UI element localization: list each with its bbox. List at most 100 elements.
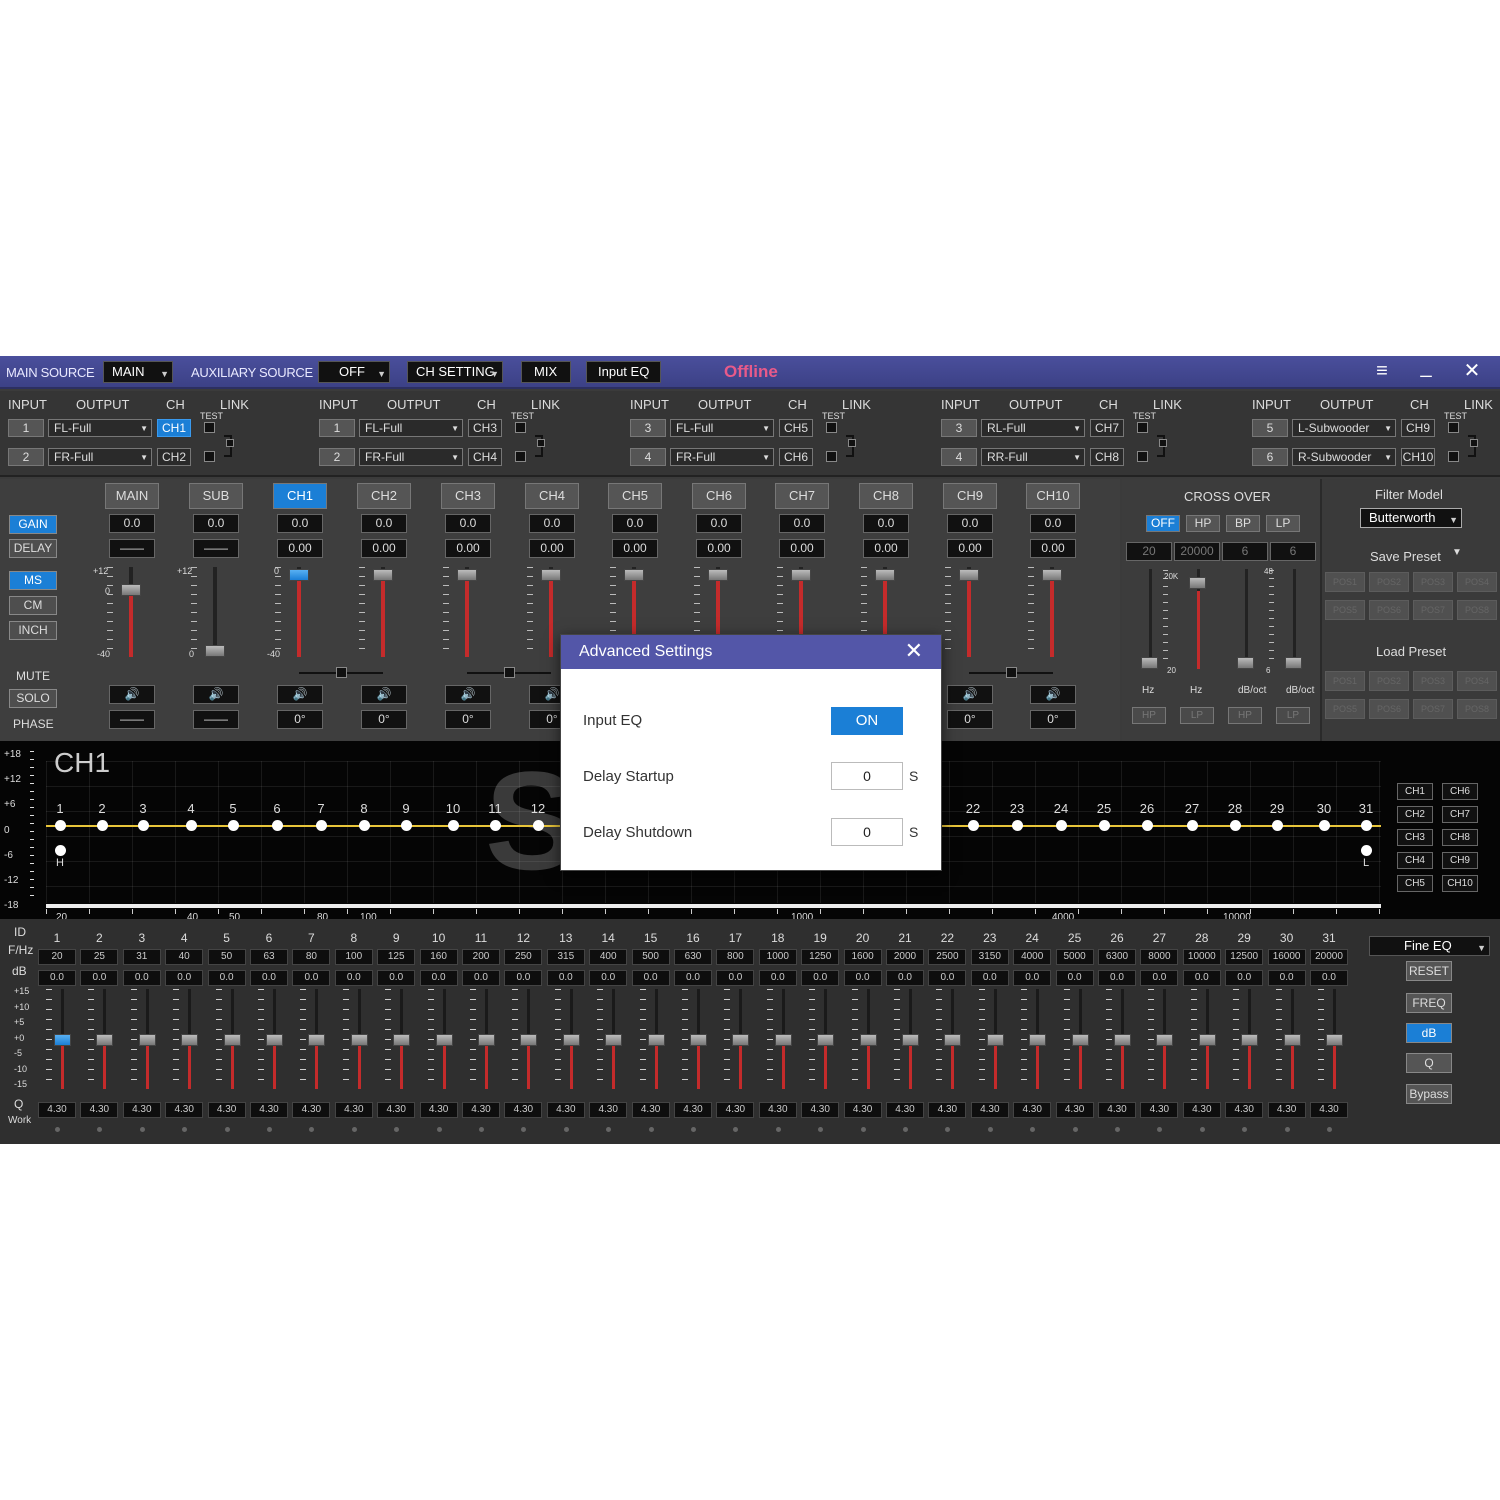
eq-band-freq[interactable]: 400 (589, 949, 628, 965)
eq-band-q[interactable]: 4.30 (631, 1102, 670, 1118)
eq-band-q[interactable]: 4.30 (546, 1102, 585, 1118)
routing-input-box[interactable]: 3 (941, 419, 977, 437)
fader-knob[interactable] (959, 569, 979, 581)
eq-fader-knob[interactable] (138, 1034, 156, 1046)
delay-button[interactable]: DELAY (9, 539, 57, 558)
eq-band-db[interactable]: 0.0 (80, 970, 119, 986)
channel-header[interactable]: CH4 (525, 483, 579, 509)
crossover-bp-button[interactable]: BP (1226, 515, 1260, 532)
save-preset-slot[interactable]: POS1 (1325, 572, 1365, 592)
test-checkbox[interactable] (515, 422, 526, 433)
eq-band-db[interactable]: 0.0 (758, 970, 797, 986)
eq-point-handle[interactable] (138, 820, 149, 831)
eq-band-freq[interactable]: 1000 (758, 949, 797, 965)
eq-band-freq[interactable]: 4000 (1013, 949, 1052, 965)
gain-button[interactable]: GAIN (9, 515, 57, 534)
eq-fader-knob[interactable] (859, 1034, 877, 1046)
input-eq-toggle[interactable]: ON (831, 707, 903, 735)
eq-band-db[interactable]: 0.0 (377, 970, 416, 986)
eq-band-db[interactable]: 0.0 (250, 970, 288, 986)
routing-output-select[interactable]: R-Subwooder ▼ (1292, 448, 1396, 466)
routing-channel-button[interactable]: CH5 (779, 419, 813, 437)
test-checkbox[interactable] (826, 422, 837, 433)
channel-link-toggle[interactable] (1006, 667, 1017, 678)
eq-band-q[interactable]: 4.30 (1013, 1102, 1052, 1118)
eq-band-q[interactable]: 4.30 (80, 1102, 119, 1118)
eq-db-button[interactable]: dB (1406, 1023, 1452, 1043)
eq-band-fader[interactable] (932, 989, 962, 1089)
eq-band-fader[interactable] (42, 989, 72, 1089)
eq-band-fader[interactable] (212, 989, 242, 1089)
crossover-value[interactable]: 20000 (1174, 542, 1220, 561)
eq-band-db[interactable]: 0.0 (122, 970, 161, 986)
eq-fader-knob[interactable] (605, 1034, 623, 1046)
eq-band-fader[interactable] (805, 989, 835, 1089)
routing-output-select[interactable]: FR-Full ▼ (670, 448, 774, 466)
delay-value[interactable]: 0.00 (612, 539, 658, 558)
phase-value[interactable]: —— (109, 710, 155, 729)
channel-link-toggle[interactable] (336, 667, 347, 678)
load-preset-slot[interactable]: POS7 (1413, 699, 1453, 719)
ch-setting-dropdown[interactable]: CH SETTING ▼ (407, 361, 503, 383)
eq-band-fader[interactable] (466, 989, 496, 1089)
eq-band-fader[interactable] (551, 989, 581, 1089)
eq-band-q[interactable]: 4.30 (928, 1102, 967, 1118)
routing-input-box[interactable]: 3 (630, 419, 666, 437)
eq-point-handle[interactable] (1187, 820, 1198, 831)
eq-band-db[interactable]: 0.0 (886, 970, 924, 986)
channel-header[interactable]: CH8 (859, 483, 913, 509)
eq-reset-button[interactable]: RESET (1406, 961, 1452, 981)
crossover-value[interactable]: 6 (1270, 542, 1316, 561)
routing-output-select[interactable]: FR-Full ▼ (359, 448, 463, 466)
test-checkbox[interactable] (204, 451, 215, 462)
fader-knob[interactable] (791, 569, 811, 581)
routing-channel-button[interactable]: CH3 (468, 419, 502, 437)
gain-value[interactable]: 0.0 (193, 514, 239, 533)
eq-fader-knob[interactable] (1283, 1034, 1301, 1046)
eq-band-q[interactable]: 4.30 (165, 1102, 204, 1118)
mute-button[interactable]: 🔊 (361, 685, 407, 704)
eq-band-fader[interactable] (1187, 989, 1217, 1089)
test-checkbox[interactable] (826, 451, 837, 462)
eq-band-q[interactable]: 4.30 (758, 1102, 797, 1118)
eq-fader-knob[interactable] (774, 1034, 792, 1046)
aux-source-dropdown[interactable]: OFF ▼ (318, 361, 390, 383)
channel-header[interactable]: CH7 (775, 483, 829, 509)
eq-band-freq[interactable]: 1600 (843, 949, 882, 965)
inch-button[interactable]: INCH (9, 621, 57, 640)
link-toggle[interactable] (1159, 439, 1167, 447)
eq-band-fader[interactable] (1017, 989, 1047, 1089)
eq-band-q[interactable]: 4.30 (207, 1102, 246, 1118)
eq-band-fader[interactable] (1102, 989, 1132, 1089)
graph-channel-button[interactable]: CH5 (1397, 875, 1433, 892)
gain-value[interactable]: 0.0 (947, 514, 993, 533)
eq-band-freq[interactable]: 6300 (1098, 949, 1136, 965)
save-preset-slot[interactable]: POS2 (1369, 572, 1409, 592)
eq-fader-knob[interactable] (181, 1034, 199, 1046)
routing-channel-button[interactable]: CH7 (1090, 419, 1124, 437)
graph-channel-button[interactable]: CH8 (1442, 829, 1478, 846)
eq-fader-knob[interactable] (732, 1034, 750, 1046)
eq-fader-knob[interactable] (266, 1034, 283, 1046)
graph-channel-button[interactable]: CH10 (1442, 875, 1478, 892)
eq-band-freq[interactable]: 315 (546, 949, 585, 965)
eq-point-handle[interactable] (490, 820, 501, 831)
eq-band-db[interactable]: 0.0 (928, 970, 967, 986)
channel-header[interactable]: CH2 (357, 483, 411, 509)
eq-point-handle[interactable] (359, 820, 370, 831)
phase-value[interactable]: 0° (947, 710, 993, 729)
crossover-bottom-button[interactable]: LP (1180, 707, 1214, 724)
save-preset-slot[interactable]: POS3 (1413, 572, 1453, 592)
menu-icon[interactable]: ≡ (1369, 360, 1395, 384)
eq-band-fader[interactable] (593, 989, 623, 1089)
eq-band-fader[interactable] (508, 989, 538, 1089)
delay-value[interactable]: 0.00 (696, 539, 742, 558)
channel-fader[interactable] (118, 567, 144, 657)
channel-header[interactable]: CH1 (273, 483, 327, 509)
eq-band-fader[interactable] (890, 989, 920, 1089)
fader-knob[interactable] (121, 584, 141, 596)
delay-shutdown-field[interactable]: 0 (831, 818, 903, 846)
eq-fader-knob[interactable] (1071, 1034, 1089, 1046)
eq-band-q[interactable]: 4.30 (970, 1102, 1009, 1118)
eq-fader-knob[interactable] (223, 1034, 241, 1046)
